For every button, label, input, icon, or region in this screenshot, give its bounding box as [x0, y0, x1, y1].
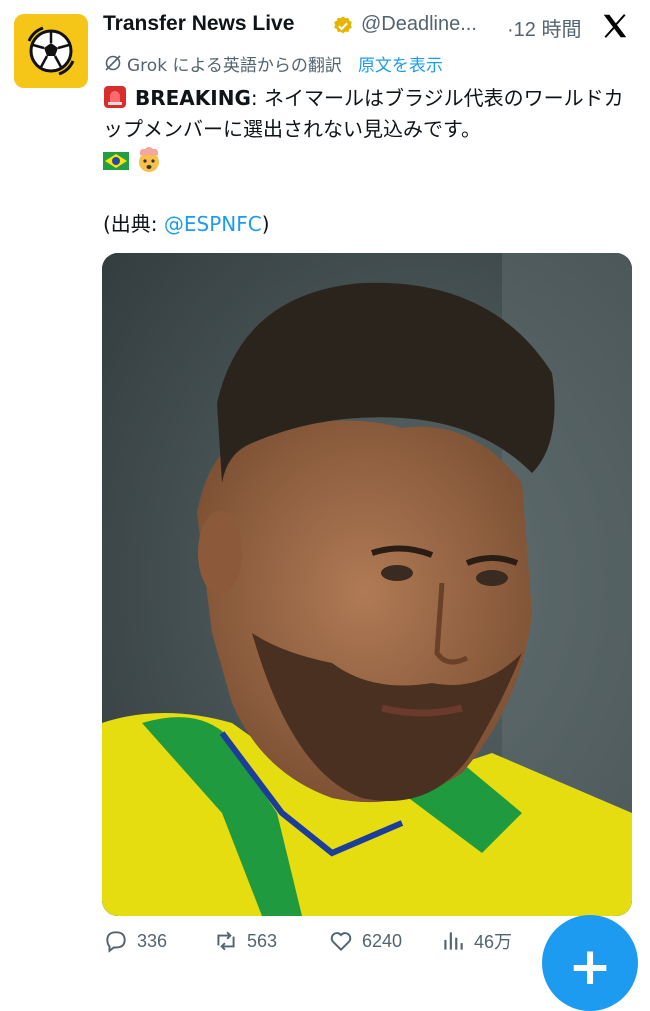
views-button[interactable]: 46万: [440, 928, 512, 954]
tweet-photo[interactable]: [102, 253, 632, 916]
translation-note: Grok による英語からの翻訳 原文を表示: [103, 50, 443, 76]
exploding-head-icon: [139, 147, 159, 172]
repost-button[interactable]: 563: [213, 928, 277, 954]
football-logo-icon: [27, 26, 75, 76]
source-mention[interactable]: @ESPNFC: [164, 212, 262, 236]
tweet-header: Transfer News Live @Deadline... ·12 時間: [103, 10, 630, 44]
reply-icon: [106, 931, 126, 953]
breaking-label: BREAKING: [135, 86, 251, 110]
like-count: 6240: [362, 930, 403, 951]
show-original-link[interactable]: 原文を表示: [358, 51, 443, 76]
like-button[interactable]: 6240: [328, 928, 402, 954]
x-logo-icon: [603, 14, 627, 38]
action-bar: 336 563 6240 46万: [103, 928, 543, 960]
grok-icon: [105, 55, 121, 71]
source-prefix: (出典:: [103, 212, 164, 236]
views-icon: [444, 932, 463, 950]
compose-button[interactable]: +: [542, 915, 638, 1011]
like-icon: [330, 932, 352, 952]
source-line: (出典: @ESPNFC): [103, 208, 270, 237]
reply-button[interactable]: 336: [103, 928, 167, 954]
colon: :: [250, 86, 258, 110]
source-suffix: ): [261, 212, 270, 236]
repost-icon: [217, 931, 235, 951]
author-handle[interactable]: @Deadline...: [361, 13, 477, 36]
separator: ·: [507, 19, 514, 41]
time-text: 12 時間: [513, 19, 582, 41]
views-count: 46万: [474, 932, 513, 952]
tweet-text: BREAKING: ネイマールはブラジル代表のワールドカップメンバーに選出されな…: [103, 83, 628, 176]
player-photo: [102, 253, 632, 916]
reply-count: 336: [137, 930, 168, 951]
translation-text: Grok による英語からの翻訳: [127, 55, 342, 76]
repost-count: 563: [247, 930, 278, 951]
verified-badge-icon: [334, 16, 352, 34]
siren-icon: [104, 86, 126, 108]
plus-icon: +: [568, 937, 612, 997]
avatar[interactable]: [14, 14, 88, 88]
brazil-flag-icon: [103, 152, 129, 170]
author-name[interactable]: Transfer News Live: [103, 12, 294, 36]
tweet-time[interactable]: ·12 時間: [507, 13, 581, 42]
